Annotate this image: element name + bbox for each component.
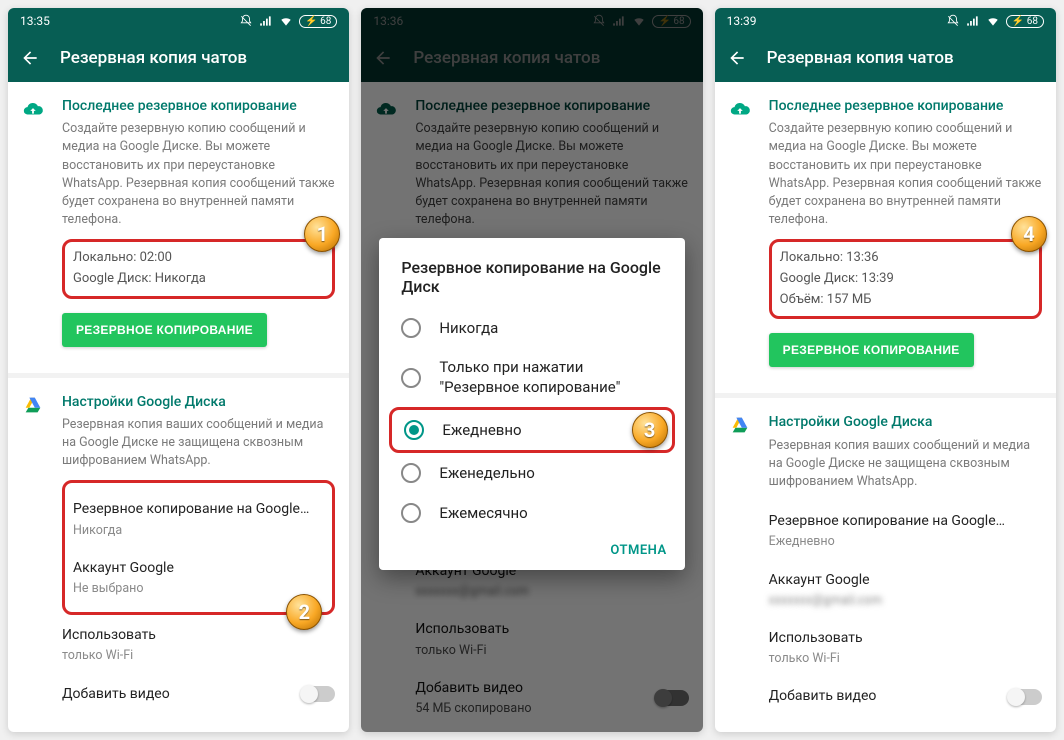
page-title: Резервная копия чатов — [60, 48, 247, 68]
info-gdrive: Google Диск: 13:39 — [780, 269, 1031, 290]
add-video-item[interactable]: Добавить видео — [769, 676, 1042, 716]
screen-3: 13:39 ⚡ 68 Резервная копия чатов Последн… — [715, 8, 1056, 732]
google-account-item[interactable]: Аккаунт Google Не выбрано — [73, 548, 324, 606]
gdrive-settings-title: Настройки Google Диска — [62, 392, 335, 412]
content: Последнее резервное копирование Создайте… — [8, 82, 349, 732]
radio-icon — [401, 368, 421, 388]
back-icon[interactable] — [727, 48, 747, 68]
backup-to-google-item[interactable]: Резервное копирование на Google… Никогда — [73, 489, 324, 547]
status-icons: ⚡ 68 — [946, 14, 1044, 28]
gdrive-icon — [22, 392, 48, 714]
clock: 13:39 — [727, 14, 757, 28]
info-gdrive: Google Диск: Никогда — [73, 269, 324, 290]
callout-1: 1 — [304, 216, 340, 252]
wifi-icon — [279, 14, 293, 28]
highlight-2: Резервное копирование на Google… Никогда… — [62, 480, 335, 615]
backup-to-google-item[interactable]: Резервное копирование на Google… Ежеднев… — [769, 501, 1042, 559]
page-title: Резервная копия чатов — [767, 48, 954, 68]
radio-icon — [401, 463, 421, 483]
radio-icon — [401, 503, 421, 523]
statusbar: 13:39 ⚡ 68 — [715, 8, 1056, 34]
radio-icon — [401, 318, 421, 338]
use-network-item[interactable]: Использовать только Wi-Fi — [769, 618, 1042, 676]
backup-button[interactable]: РЕЗЕРВНОЕ КОПИРОВАНИЕ — [62, 313, 267, 347]
option-weekly[interactable]: Еженедельно — [379, 453, 684, 493]
statusbar: 13:35 ⚡ 68 — [8, 8, 349, 34]
content: Последнее резервное копирование Создайте… — [715, 82, 1056, 732]
video-switch[interactable] — [301, 686, 335, 702]
info-size: Объём: 157 МБ — [780, 290, 1031, 311]
appbar: Резервная копия чатов — [8, 34, 349, 82]
option-never[interactable]: Никогда — [379, 308, 684, 348]
radio-icon-selected — [404, 420, 424, 440]
account-value-blurred: xxxxxxx@gmail.com — [769, 592, 1042, 610]
cloud-upload-icon — [22, 96, 48, 361]
info-local: Локально: 02:00 — [73, 248, 324, 269]
option-monthly[interactable]: Ежемесячно — [379, 493, 684, 533]
backup-frequency-dialog: Резервное копирование на Google Диск Ник… — [379, 238, 684, 570]
gdrive-settings-title: Настройки Google Диска — [769, 412, 1042, 432]
wifi-icon — [986, 14, 1000, 28]
backup-description: Создайте резервную копию сообщений и мед… — [769, 120, 1042, 229]
dialog-title: Резервное копирование на Google Диск — [379, 258, 684, 308]
video-switch[interactable] — [1008, 689, 1042, 705]
mute-icon — [946, 14, 960, 28]
backup-button[interactable]: РЕЗЕРВНОЕ КОПИРОВАНИЕ — [769, 333, 974, 367]
back-icon[interactable] — [20, 48, 40, 68]
battery-pill: ⚡ 68 — [1006, 15, 1044, 28]
highlight-4: 4 Локально: 13:36 Google Диск: 13:39 Объ… — [769, 239, 1042, 319]
mute-icon — [239, 14, 253, 28]
info-local: Локально: 13:36 — [780, 248, 1031, 269]
gdrive-description: Резервная копия ваших сообщений и медиа … — [62, 416, 335, 470]
option-daily[interactable]: Ежедневно — [392, 410, 671, 450]
status-icons: ⚡ 68 — [239, 14, 337, 28]
callout-4: 4 — [1011, 216, 1047, 252]
appbar: Резервная копия чатов — [715, 34, 1056, 82]
last-backup-title: Последнее резервное копирование — [62, 96, 335, 116]
google-account-item[interactable]: Аккаунт Google xxxxxxx@gmail.com — [769, 560, 1042, 618]
cancel-button[interactable]: ОТМЕНА — [610, 543, 666, 558]
backup-description: Создайте резервную копию сообщений и мед… — [62, 120, 335, 229]
highlight-1: 1 Локально: 02:00 Google Диск: Никогда — [62, 239, 335, 299]
cloud-upload-icon — [729, 96, 755, 381]
gdrive-description: Резервная копия ваших сообщений и медиа … — [769, 437, 1042, 491]
battery-pill: ⚡ 68 — [299, 15, 337, 28]
clock: 13:35 — [20, 14, 50, 28]
screen-1: 13:35 ⚡ 68 Резервная копия чатов Последн… — [8, 8, 349, 732]
signal-icon — [259, 14, 273, 28]
highlight-3: Ежедневно 3 — [389, 407, 674, 453]
add-video-item[interactable]: Добавить видео — [62, 674, 335, 714]
option-tap-only[interactable]: Только при нажатии "Резервное копировани… — [379, 348, 684, 407]
callout-3: 3 — [632, 412, 668, 448]
screen-2: 13:36 ⚡ 68 Резервная копия чатов Последн… — [361, 8, 702, 732]
signal-icon — [966, 14, 980, 28]
gdrive-icon — [729, 412, 755, 716]
last-backup-title: Последнее резервное копирование — [769, 96, 1042, 116]
